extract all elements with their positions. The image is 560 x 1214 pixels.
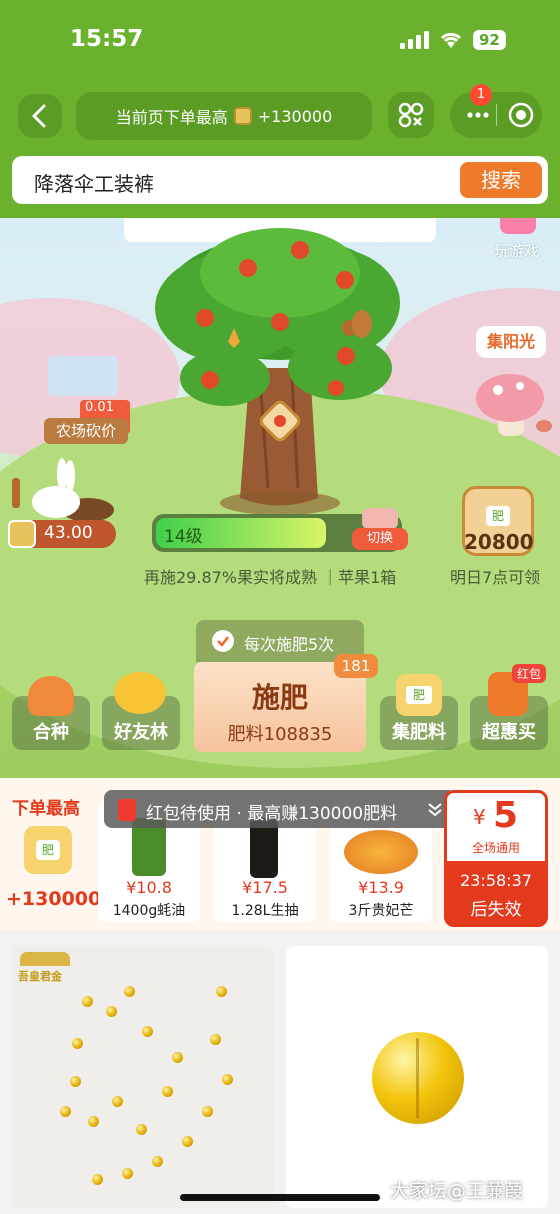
switch-label: 切换	[352, 528, 408, 550]
product-price: ¥10.8	[126, 878, 172, 897]
product-price: ¥17.5	[242, 878, 288, 897]
home-indicator[interactable]	[180, 1194, 380, 1201]
signal-icon	[400, 31, 429, 49]
title-reward: +130000	[257, 106, 333, 126]
bargain-goods-icon	[48, 356, 118, 396]
bag-label: 肥	[486, 506, 510, 526]
feed-item[interactable]	[286, 946, 548, 1208]
red-packet-banner[interactable]: 红包待使用 · 最高赚130000肥料	[104, 790, 456, 828]
balance-pill[interactable]: 43.00	[8, 520, 116, 548]
rabbit-icon	[12, 458, 114, 522]
feed-item[interactable]: 吾皇君金	[12, 946, 274, 1208]
action-collect-fertilizer[interactable]: 肥 集肥料	[380, 674, 458, 750]
apple-box-icon	[362, 508, 398, 530]
fertilize-count-badge: 181	[334, 654, 378, 678]
play-game-label: 玩游戏	[494, 242, 540, 260]
farm-scene: 玩游戏 集阳光 0.01元 农场砍价	[0, 218, 560, 778]
capsule-menu: 1	[450, 84, 542, 138]
action-label: 合种	[33, 722, 69, 743]
product-name: 1400g蚝油	[112, 903, 186, 919]
coupon-card[interactable]: ¥ 5 全场通用 23:58:37 后失效	[444, 790, 548, 927]
shop-reward: +130000	[6, 888, 102, 910]
fertilize-label: 施肥	[251, 681, 308, 714]
action-co-plant[interactable]: 合种	[12, 676, 90, 750]
scan-button[interactable]	[388, 92, 434, 138]
capsule-divider	[496, 104, 497, 126]
product-name: 1.28L生抽	[231, 903, 299, 919]
coupon-currency: ¥	[473, 805, 486, 829]
product-price: ¥13.9	[358, 878, 404, 897]
wifi-icon	[440, 32, 462, 48]
page-title: 当前页下单最高 +130000	[76, 92, 372, 140]
play-game-button[interactable]: 玩游戏	[494, 218, 544, 270]
action-label: 超惠买	[482, 722, 536, 743]
red-packet-tag: 红包	[512, 664, 547, 683]
chevron-left-icon	[32, 104, 46, 128]
bag-amount: 20800	[464, 530, 534, 554]
action-friend-forest[interactable]: 好友林	[102, 672, 180, 750]
title-prefix: 当前页下单最高	[115, 108, 228, 127]
status-icons: 92	[400, 30, 506, 50]
coin-icon	[233, 107, 252, 125]
action-label: 好友林	[114, 722, 168, 743]
chevron-down-icon	[428, 803, 442, 817]
apple-tree	[155, 228, 400, 515]
fertilizer-bag-icon: 肥	[24, 826, 72, 874]
search-bar: 降落伞工装裤 搜索	[12, 156, 548, 204]
product-name: 3斤贵妃芒	[348, 903, 414, 919]
brand-logo-text: 吾皇君金	[18, 970, 62, 983]
coupon-footer: 23:58:37 后失效	[444, 861, 548, 927]
coupon-scope: 全场通用	[471, 841, 520, 855]
action-super-deal[interactable]: 红包 超惠买	[470, 664, 548, 750]
bag-label: 肥	[36, 840, 60, 860]
search-input[interactable]: 降落伞工装裤	[34, 168, 154, 197]
search-button[interactable]: 搜索	[460, 162, 542, 198]
notification-badge: 1	[470, 84, 492, 106]
harvest-progress-text: 再施29.87%果实将成熟 ｜苹果1箱	[144, 568, 397, 587]
banner-text: 红包待使用 · 最高赚130000肥料	[146, 804, 398, 824]
battery-indicator: 92	[473, 30, 506, 50]
tree-icon	[114, 672, 166, 714]
coupon-expire-label: 后失效	[470, 900, 522, 920]
level-label: 14级	[164, 527, 203, 547]
mango-image	[344, 830, 418, 874]
farm-bargain-button[interactable]: 0.01元 农场砍价	[40, 348, 130, 446]
header: 15:57 92 当前页下单最高 +130000 1 降落伞工装裤 搜索	[0, 0, 560, 218]
bag-icon: 肥	[396, 674, 442, 716]
fertilizer-bag[interactable]: 肥 20800	[462, 480, 534, 558]
game-icon	[500, 218, 536, 234]
coin-icon	[8, 520, 36, 548]
heart-icon	[28, 676, 74, 716]
balance-amount: 43.00	[44, 523, 93, 543]
collect-sunshine-button[interactable]: 集阳光	[476, 326, 546, 358]
crown-icon	[20, 952, 70, 966]
scan-icon	[398, 102, 424, 128]
coupon-amount: 5	[493, 795, 519, 836]
action-label: 集肥料	[392, 722, 446, 743]
fertilizer-amount: 肥料108835	[227, 724, 333, 745]
target-icon	[508, 102, 534, 128]
bag-caption: 明日7点可领	[450, 568, 541, 587]
coupon-countdown: 23:58:37	[460, 871, 532, 890]
fertilize-times-label: 每次施肥5次	[244, 635, 335, 654]
check-icon	[212, 630, 234, 652]
switch-button[interactable]: 切换	[352, 508, 408, 552]
red-packet-icon	[118, 799, 136, 821]
gold-bead-image	[372, 1032, 464, 1124]
status-time: 15:57	[70, 26, 144, 52]
bag-icon-text: 肥	[406, 686, 432, 704]
watermark: 大家坛@王蒹葭	[390, 1180, 524, 1202]
back-button[interactable]	[18, 94, 62, 138]
shop-header: 下单最高	[12, 799, 80, 819]
mushroom-icon	[476, 374, 552, 436]
bargain-label: 农场砍价	[44, 418, 128, 444]
close-miniprogram-button[interactable]	[506, 92, 536, 138]
